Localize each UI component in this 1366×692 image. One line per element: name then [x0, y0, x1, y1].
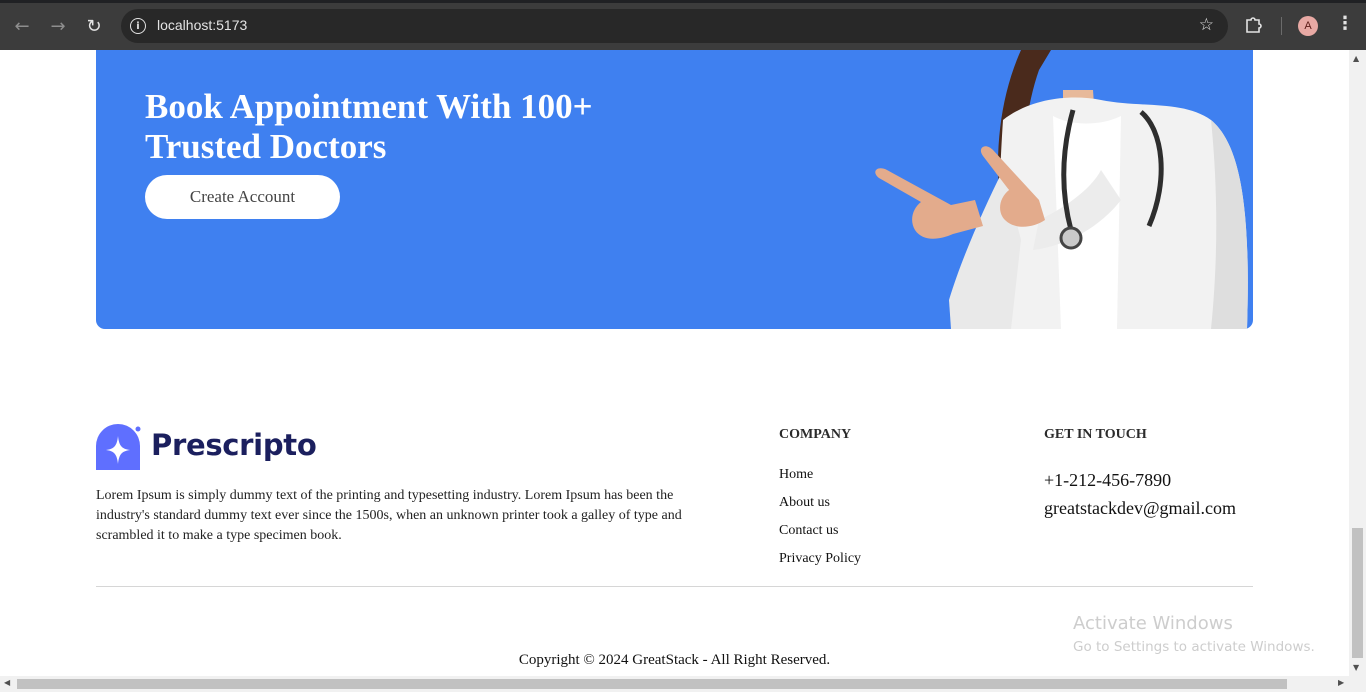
- forward-arrow-icon[interactable]: →: [44, 12, 72, 40]
- footer-link-home[interactable]: Home: [779, 465, 861, 493]
- tab-strip: [0, 0, 1366, 3]
- scroll-up-icon[interactable]: ▲: [1353, 54, 1359, 63]
- about-text: Lorem Ipsum is simply dummy text of the …: [96, 488, 682, 543]
- create-account-button[interactable]: Create Account: [145, 175, 340, 219]
- url-text[interactable]: localhost:5173: [157, 17, 247, 33]
- info-icon[interactable]: i: [130, 18, 146, 34]
- horizontal-scrollbar[interactable]: ◀ ▶: [0, 676, 1366, 692]
- activate-windows-title: Activate Windows: [1073, 613, 1233, 634]
- star-icon[interactable]: ☆: [1199, 15, 1214, 35]
- scroll-right-icon[interactable]: ▶: [1338, 678, 1344, 687]
- company-links: Home About us Contact us Privacy Policy: [779, 465, 861, 577]
- footer-link-contact[interactable]: Contact us: [779, 521, 861, 549]
- address-bar[interactable]: i localhost:5173 ☆: [121, 9, 1228, 43]
- horizontal-scroll-thumb[interactable]: [17, 679, 1287, 689]
- banner-title: Book Appointment With 100+ Trusted Docto…: [145, 87, 705, 167]
- contact-list: +1-212-456-7890 greatstackdev@gmail.com: [1044, 468, 1236, 524]
- brand-logo[interactable]: Prescripto: [96, 424, 317, 472]
- vertical-scrollbar[interactable]: ▲ ▼: [1349, 50, 1366, 676]
- footer-link-about[interactable]: About us: [779, 493, 861, 521]
- kebab-menu-icon[interactable]: ⋮: [1336, 14, 1354, 34]
- logo-icon: [96, 424, 141, 470]
- profile-avatar[interactable]: A: [1298, 16, 1318, 36]
- browser-toolbar: ← → ↻ i localhost:5173 ☆ A ⋮: [0, 0, 1366, 50]
- vertical-scroll-thumb[interactable]: [1352, 528, 1363, 658]
- brand-name: Prescripto: [151, 428, 317, 462]
- reload-icon[interactable]: ↻: [80, 12, 108, 40]
- appointment-banner: Book Appointment With 100+ Trusted Docto…: [96, 50, 1253, 329]
- footer-divider: [96, 586, 1253, 587]
- toolbar-separator: [1281, 17, 1282, 35]
- scroll-down-icon[interactable]: ▼: [1353, 663, 1359, 672]
- activate-windows-subtitle: Go to Settings to activate Windows.: [1073, 639, 1315, 655]
- scroll-left-icon[interactable]: ◀: [4, 678, 10, 687]
- puzzle-icon[interactable]: [1244, 14, 1264, 34]
- banner-title-line1: Book Appointment With 100+: [145, 87, 593, 126]
- doctor-image: [875, 50, 1248, 329]
- contact-heading: GET IN TOUCH: [1044, 427, 1147, 442]
- banner-title-line2: Trusted Doctors: [145, 127, 387, 166]
- footer-link-privacy[interactable]: Privacy Policy: [779, 549, 861, 577]
- back-arrow-icon[interactable]: ←: [8, 12, 36, 40]
- company-heading: COMPANY: [779, 427, 852, 442]
- contact-phone: +1-212-456-7890: [1044, 470, 1172, 490]
- contact-email: greatstackdev@gmail.com: [1044, 498, 1237, 518]
